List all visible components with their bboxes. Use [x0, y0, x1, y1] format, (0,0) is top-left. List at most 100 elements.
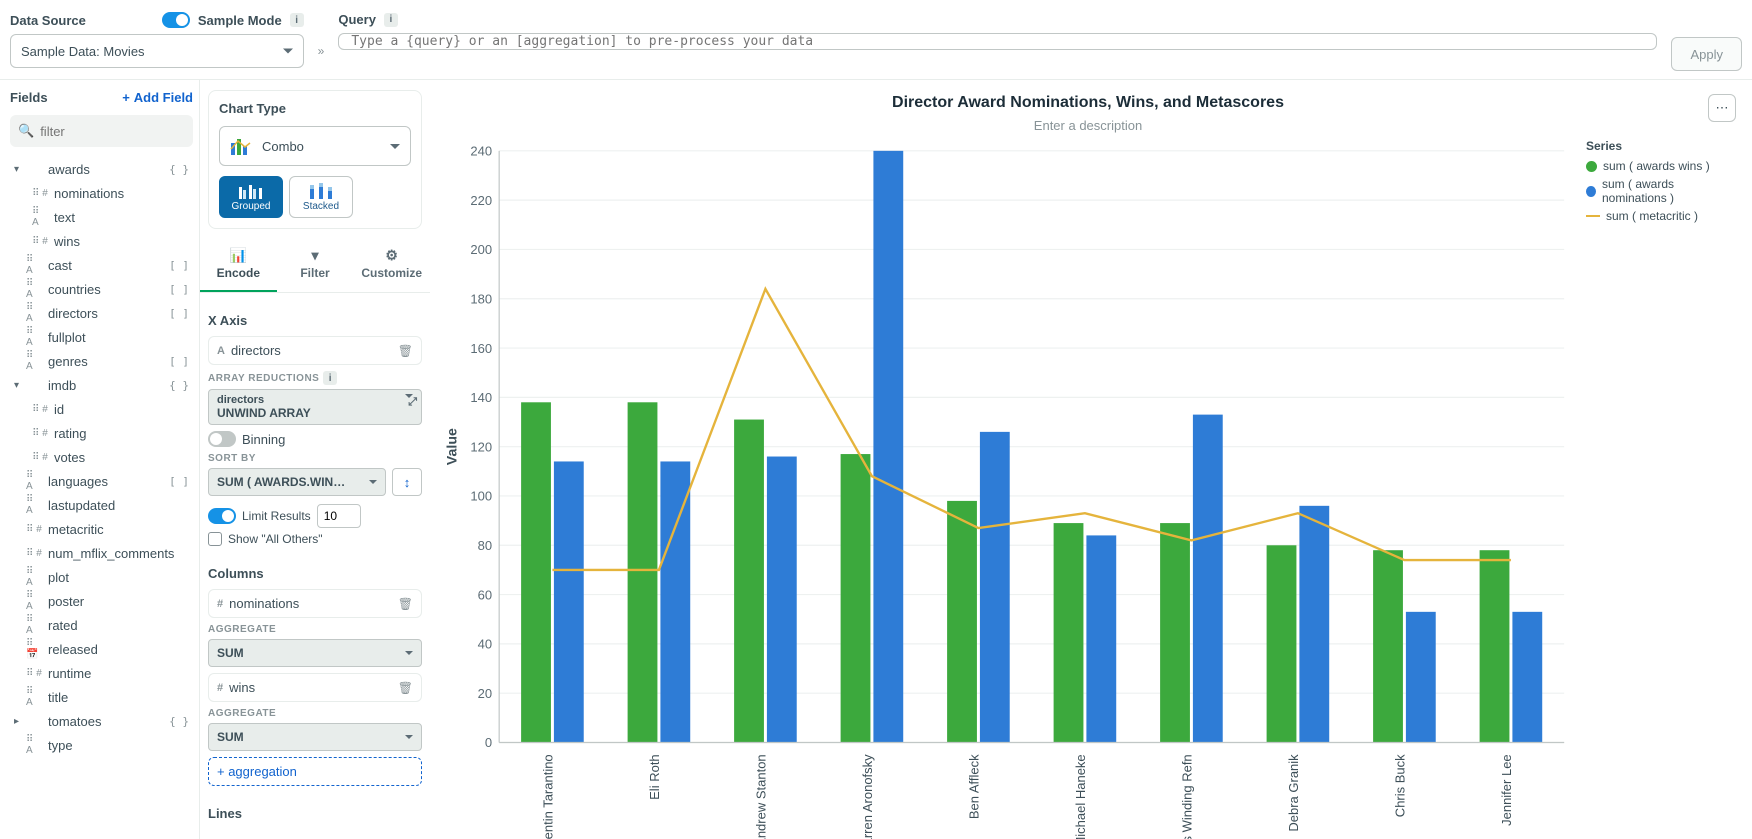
field-plot[interactable]: ⠿ Aplot — [10, 565, 193, 589]
bar-sum ( awards nominations )-4[interactable] — [980, 432, 1010, 743]
field-imdb-rating[interactable]: ⠿ #rating — [10, 421, 193, 445]
tab-encode[interactable]: 📊Encode — [200, 239, 277, 292]
bar-sum ( awards wins )-9[interactable] — [1480, 550, 1510, 742]
info-icon[interactable]: i — [323, 371, 337, 385]
chart-description[interactable]: Enter a description — [440, 118, 1736, 133]
legend-item-wins: sum ( awards wins ) — [1586, 159, 1736, 173]
add-aggregation-button[interactable]: + aggregation — [208, 757, 422, 786]
field-released[interactable]: ⠿ 📅released — [10, 637, 193, 661]
column-field-pill-1[interactable]: # wins 🗑 — [208, 673, 422, 702]
field-cast[interactable]: ⠿ Acast[ ] — [10, 253, 193, 277]
type-icon: ⠿ A — [26, 497, 42, 513]
bar-sum ( awards wins )-0[interactable] — [521, 402, 551, 742]
delete-icon[interactable]: 🗑 — [398, 344, 413, 358]
field-genres[interactable]: ⠿ Agenres[ ] — [10, 349, 193, 373]
bar-sum ( awards nominations )-7[interactable] — [1299, 506, 1329, 743]
limit-results-toggle[interactable] — [208, 508, 236, 524]
svg-text:Quentin Tarantino: Quentin Tarantino — [540, 754, 555, 839]
aggregate-select-0[interactable]: SUM — [208, 639, 422, 667]
collapse-icon[interactable]: » — [318, 44, 325, 58]
field-directors[interactable]: ⠿ Adirectors[ ] — [10, 301, 193, 325]
field-name: rated — [48, 618, 78, 633]
array-reduction-select[interactable]: directors UNWIND ARRAY ⤢ — [208, 389, 422, 425]
aggregate-label: AGGREGATE — [208, 624, 422, 635]
field-countries[interactable]: ⠿ Acountries[ ] — [10, 277, 193, 301]
bar-sum ( awards wins )-2[interactable] — [734, 420, 764, 743]
limit-results-input[interactable] — [317, 504, 361, 528]
sample-mode-toggle[interactable] — [162, 12, 190, 28]
x-axis-field-pill[interactable]: A directors 🗑 — [208, 336, 422, 365]
show-all-others-checkbox[interactable]: Show "All Others" — [208, 532, 422, 546]
bar-sum ( awards nominations )-8[interactable] — [1406, 612, 1436, 743]
binning-label: Binning — [242, 432, 285, 447]
field-name: awards — [48, 162, 90, 177]
sort-by-select[interactable]: SUM ( AWARDS.WIN… — [208, 468, 386, 496]
field-tomatoes[interactable]: ▸tomatoes{ } — [10, 709, 193, 733]
bar-sum ( awards wins )-6[interactable] — [1160, 523, 1190, 742]
binning-toggle[interactable] — [208, 431, 236, 447]
bar-sum ( awards nominations )-0[interactable] — [554, 461, 584, 742]
field-awards-text[interactable]: ⠿ Atext — [10, 205, 193, 229]
chart-more-button[interactable]: ⋯ — [1708, 94, 1736, 122]
column-field-pill-0[interactable]: # nominations 🗑 — [208, 589, 422, 618]
field-poster[interactable]: ⠿ Aposter — [10, 589, 193, 613]
field-languages[interactable]: ⠿ Alanguages[ ] — [10, 469, 193, 493]
field-fullplot[interactable]: ⠿ Afullplot — [10, 325, 193, 349]
type-icon: ⠿ # — [32, 233, 48, 249]
bar-sum ( awards wins )-4[interactable] — [947, 501, 977, 743]
delete-icon[interactable]: 🗑 — [398, 597, 413, 611]
bar-sum ( awards nominations )-9[interactable] — [1512, 612, 1542, 743]
svg-text:120: 120 — [470, 439, 492, 454]
field-imdb[interactable]: ▾imdb{ } — [10, 373, 193, 397]
grouped-mode-button[interactable]: Grouped — [219, 176, 283, 218]
bar-sum ( awards wins )-8[interactable] — [1373, 550, 1403, 742]
line-series[interactable] — [552, 289, 1510, 570]
bar-sum ( awards wins )-5[interactable] — [1054, 523, 1084, 742]
bar-sum ( awards nominations )-3[interactable] — [873, 151, 903, 743]
string-type-icon: A — [217, 345, 225, 357]
tab-customize[interactable]: ⚙Customize — [353, 239, 430, 292]
field-imdb-votes[interactable]: ⠿ #votes — [10, 445, 193, 469]
info-icon[interactable]: i — [384, 13, 398, 27]
bar-sum ( awards nominations )-5[interactable] — [1086, 535, 1116, 742]
aggregate-select-1[interactable]: SUM — [208, 723, 422, 751]
field-metacritic[interactable]: ⠿ #metacritic — [10, 517, 193, 541]
field-lastupdated[interactable]: ⠿ Alastupdated — [10, 493, 193, 517]
add-field-button[interactable]: + Add Field — [122, 90, 193, 105]
bar-sum ( awards nominations )-6[interactable] — [1193, 415, 1223, 743]
info-icon[interactable]: i — [290, 13, 304, 27]
fields-search[interactable]: 🔍 — [10, 115, 193, 147]
tab-filter[interactable]: ▾Filter — [277, 239, 354, 292]
field-type[interactable]: ⠿ Atype — [10, 733, 193, 757]
bar-sum ( awards wins )-7[interactable] — [1267, 545, 1297, 742]
type-icon — [26, 377, 42, 393]
fields-search-input[interactable] — [40, 124, 200, 139]
fields-list[interactable]: ▾awards{ }⠿ #nominations⠿ Atext⠿ #wins⠿ … — [10, 157, 193, 829]
type-icon: ⠿ # — [32, 401, 48, 417]
field-awards-nominations[interactable]: ⠿ #nominations — [10, 181, 193, 205]
field-num_mflix_comments[interactable]: ⠿ #num_mflix_comments — [10, 541, 193, 565]
field-awards[interactable]: ▾awards{ } — [10, 157, 193, 181]
bar-sum ( awards wins )-3[interactable] — [841, 454, 871, 742]
query-input[interactable] — [338, 33, 1657, 50]
checkbox-icon — [208, 532, 222, 546]
field-awards-wins[interactable]: ⠿ #wins — [10, 229, 193, 253]
field-rated[interactable]: ⠿ Arated — [10, 613, 193, 637]
delete-icon[interactable]: 🗑 — [398, 681, 413, 695]
sort-direction-button[interactable]: ↕ — [392, 468, 422, 496]
aggregate-value: SUM — [217, 730, 244, 744]
apply-button[interactable]: Apply — [1671, 37, 1742, 71]
data-source-select[interactable]: Sample Data: Movies — [10, 34, 304, 68]
field-runtime[interactable]: ⠿ #runtime — [10, 661, 193, 685]
bar-sum ( awards nominations )-2[interactable] — [767, 457, 797, 743]
bar-sum ( awards wins )-1[interactable] — [628, 402, 658, 742]
expand-icon[interactable]: ⤢ — [408, 396, 417, 409]
field-imdb-id[interactable]: ⠿ #id — [10, 397, 193, 421]
chevron-icon: ▾ — [14, 164, 24, 175]
chart-title[interactable]: Director Award Nominations, Wins, and Me… — [440, 94, 1736, 112]
stacked-mode-button[interactable]: Stacked — [289, 176, 353, 218]
chart-type-select[interactable]: Combo — [219, 126, 411, 166]
type-icon: ⠿ 📅 — [26, 641, 42, 657]
field-title[interactable]: ⠿ Atitle — [10, 685, 193, 709]
bar-sum ( awards nominations )-1[interactable] — [660, 461, 690, 742]
